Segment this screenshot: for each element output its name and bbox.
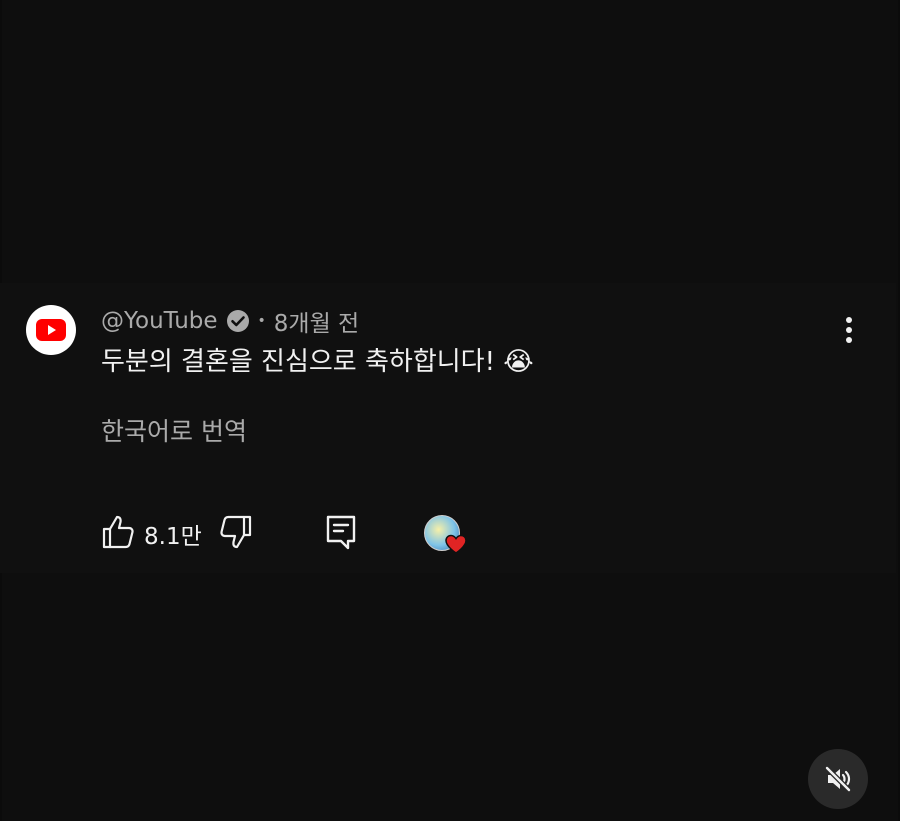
meta-separator: •	[257, 313, 266, 329]
thumbs-up-icon[interactable]	[101, 513, 135, 551]
author-name[interactable]: @YouTube	[101, 308, 218, 334]
thumbs-down-icon[interactable]	[219, 513, 253, 551]
verified-check-icon	[226, 309, 250, 333]
comment-time: 8개월 전	[273, 311, 360, 337]
like-count: 8.1만	[144, 524, 202, 550]
comment-header: @YouTube • 8개월 전	[101, 305, 359, 337]
translate-link[interactable]: 한국어로 번역	[101, 414, 247, 450]
volume-muted-icon	[824, 765, 852, 793]
channel-avatar[interactable]	[26, 305, 76, 355]
comment-body: 두분의 결혼을 진심으로 축하합니다! 😭	[101, 347, 534, 377]
creator-heart-icon	[444, 533, 468, 555]
comment-icon[interactable]	[324, 513, 358, 551]
more-vertical-icon[interactable]	[834, 312, 864, 348]
youtube-logo-icon	[36, 319, 66, 341]
creator-heart	[424, 515, 468, 555]
mute-button[interactable]	[808, 749, 868, 809]
